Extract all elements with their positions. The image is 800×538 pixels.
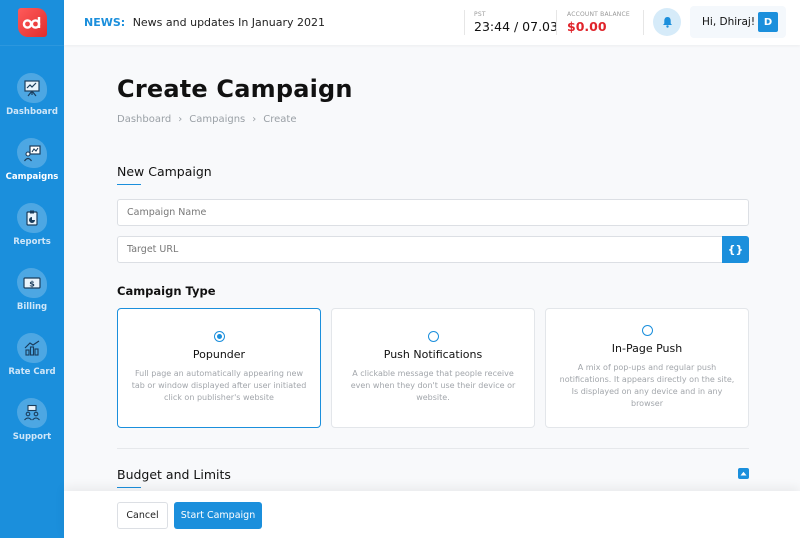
dollar-bill-icon: $ bbox=[17, 268, 47, 298]
sidebar-item-support[interactable]: Support bbox=[0, 398, 64, 442]
campaign-type-title: Campaign Type bbox=[117, 284, 216, 298]
news-label: NEWS: bbox=[84, 16, 126, 29]
account-balance: ACCOUNT BALANCE $0.00 bbox=[567, 11, 630, 34]
action-footer: Cancel Start Campaign bbox=[64, 491, 800, 538]
curly-braces-icon: {} bbox=[727, 243, 744, 256]
section-title-text: New Campaign bbox=[117, 164, 212, 179]
divider bbox=[464, 10, 465, 35]
card-title: In-Page Push bbox=[611, 342, 683, 355]
time-value: 23:44 / 07.03 bbox=[474, 19, 558, 34]
target-url-placeholder: Target URL bbox=[127, 244, 179, 255]
breadcrumb-dashboard[interactable]: Dashboard bbox=[117, 114, 171, 125]
card-description: A clickable message that people receive … bbox=[350, 369, 516, 402]
radio-selected[interactable] bbox=[213, 331, 225, 342]
sidebar: Dashboard Campaigns Reports $ Billing Ra… bbox=[0, 0, 64, 538]
server-time: PST 23:44 / 07.03 bbox=[474, 11, 558, 34]
bell-icon bbox=[662, 17, 672, 28]
section-divider bbox=[117, 448, 749, 449]
logo-area bbox=[0, 0, 64, 46]
balance-label: ACCOUNT BALANCE bbox=[567, 11, 630, 18]
time-label: PST bbox=[474, 11, 486, 18]
campaign-name-placeholder: Campaign Name bbox=[127, 207, 207, 218]
sidebar-item-label: Billing bbox=[16, 302, 48, 312]
section-underline bbox=[117, 184, 141, 185]
divider bbox=[556, 10, 557, 35]
target-url-input[interactable]: Target URL {} bbox=[117, 236, 749, 263]
card-description: A mix of pop-ups and regular push notifi… bbox=[559, 363, 735, 408]
bar-chart-trend-icon bbox=[17, 333, 47, 363]
sidebar-item-dashboard[interactable]: Dashboard bbox=[0, 73, 64, 117]
section-underline bbox=[117, 487, 141, 488]
top-bar: NEWS: News and updates In January 2021 P… bbox=[64, 0, 800, 45]
user-greeting: Hi, Dhiraj! bbox=[702, 16, 756, 28]
campaign-type-card-push-notifications[interactable]: Push Notifications A clickable message t… bbox=[331, 308, 535, 428]
presentation-chart-icon bbox=[17, 73, 47, 103]
breadcrumb: Dashboard › Campaigns › Create bbox=[117, 114, 297, 125]
team-support-icon bbox=[17, 398, 47, 428]
sidebar-item-label: Dashboard bbox=[6, 107, 58, 117]
collapse-budget-button[interactable] bbox=[738, 468, 749, 479]
sidebar-item-label: Campaigns bbox=[5, 172, 59, 182]
sidebar-item-label: Rate Card bbox=[8, 367, 56, 377]
balance-value: $0.00 bbox=[567, 19, 607, 34]
ad-logo-icon[interactable] bbox=[17, 8, 47, 37]
campaign-name-input[interactable]: Campaign Name bbox=[117, 199, 749, 226]
radio-unselected[interactable] bbox=[641, 325, 653, 336]
card-description: Full page an automatically appearing new… bbox=[131, 369, 307, 402]
macro-button[interactable]: {} bbox=[722, 236, 749, 263]
notifications-button[interactable] bbox=[653, 8, 681, 36]
radio-unselected[interactable] bbox=[427, 331, 439, 342]
radio-dot bbox=[216, 334, 222, 339]
new-campaign-section-title: New Campaign bbox=[117, 164, 212, 185]
sidebar-item-label: Reports bbox=[13, 237, 51, 247]
avatar[interactable]: D bbox=[758, 12, 778, 32]
campaign-type-card-in-page-push[interactable]: In-Page Push A mix of pop-ups and regula… bbox=[545, 308, 749, 428]
card-title: Popunder bbox=[192, 348, 246, 361]
section-title-text: Budget and Limits bbox=[117, 467, 231, 482]
budget-section-title[interactable]: Budget and Limits bbox=[117, 467, 231, 488]
svg-text:$: $ bbox=[29, 280, 35, 289]
clipboard-pie-icon bbox=[17, 203, 47, 233]
sidebar-item-rate-card[interactable]: Rate Card bbox=[0, 333, 64, 377]
user-menu[interactable]: Hi, Dhiraj! D bbox=[690, 6, 786, 38]
card-title: Push Notifications bbox=[383, 348, 483, 361]
cancel-button[interactable]: Cancel bbox=[117, 502, 168, 529]
breadcrumb-create: Create bbox=[263, 114, 297, 125]
sidebar-item-billing[interactable]: $ Billing bbox=[0, 268, 64, 312]
campaign-type-card-popunder[interactable]: Popunder Full page an automatically appe… bbox=[117, 308, 321, 428]
news-text: News and updates In January 2021 bbox=[132, 16, 325, 29]
breadcrumb-campaigns[interactable]: Campaigns bbox=[189, 114, 245, 125]
caret-up-icon bbox=[740, 471, 747, 476]
sidebar-item-label: Support bbox=[12, 432, 52, 442]
sidebar-item-reports[interactable]: Reports bbox=[0, 203, 64, 247]
news-ticker[interactable]: NEWS: News and updates In January 2021 bbox=[84, 16, 325, 29]
divider bbox=[643, 10, 644, 35]
breadcrumb-separator: › bbox=[252, 114, 257, 125]
presenter-chart-icon bbox=[17, 138, 47, 168]
sidebar-item-campaigns[interactable]: Campaigns bbox=[0, 138, 64, 182]
page-title: Create Campaign bbox=[117, 75, 353, 103]
breadcrumb-separator: › bbox=[178, 114, 183, 125]
start-campaign-button[interactable]: Start Campaign bbox=[174, 502, 262, 529]
